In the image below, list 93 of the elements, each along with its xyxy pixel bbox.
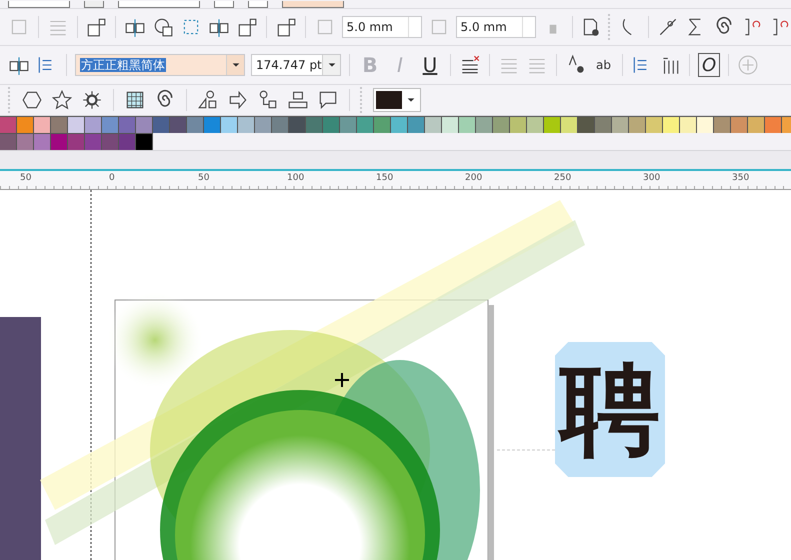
ruler-label: 100 bbox=[287, 173, 304, 183]
color-swatch[interactable] bbox=[629, 116, 646, 133]
color-swatch[interactable] bbox=[408, 116, 425, 133]
color-swatch[interactable] bbox=[748, 116, 765, 133]
color-swatch[interactable] bbox=[204, 116, 221, 133]
color-swatch[interactable] bbox=[442, 116, 459, 133]
color-swatch[interactable] bbox=[68, 133, 85, 150]
grid-icon[interactable] bbox=[124, 89, 146, 111]
color-swatch[interactable] bbox=[17, 133, 34, 150]
color-swatch[interactable] bbox=[102, 133, 119, 150]
color-swatch[interactable] bbox=[476, 116, 493, 133]
color-swatch[interactable] bbox=[255, 116, 272, 133]
color-swatch[interactable] bbox=[561, 116, 578, 133]
color-swatch[interactable] bbox=[493, 116, 510, 133]
gear-icon[interactable] bbox=[81, 89, 103, 111]
color-swatch[interactable] bbox=[0, 133, 17, 150]
edit-text-button[interactable]: ab bbox=[593, 53, 614, 77]
color-swatch[interactable] bbox=[578, 116, 595, 133]
font-name: 方正正粗黑简体 bbox=[80, 58, 166, 72]
shapes-icon[interactable] bbox=[197, 89, 219, 111]
color-swatch[interactable] bbox=[459, 116, 476, 133]
color-swatch[interactable] bbox=[238, 116, 255, 133]
color-swatch[interactable] bbox=[34, 133, 51, 150]
flowchart-icon[interactable] bbox=[257, 89, 279, 111]
color-swatch[interactable] bbox=[51, 116, 68, 133]
color-swatch[interactable] bbox=[221, 116, 238, 133]
cut-off-control[interactable] bbox=[214, 1, 234, 8]
color-swatch[interactable] bbox=[136, 133, 153, 150]
font-dropdown[interactable]: 方正正粗黑简体 bbox=[75, 54, 245, 76]
color-swatch[interactable] bbox=[374, 116, 391, 133]
color-swatch[interactable] bbox=[272, 116, 289, 133]
star-icon[interactable] bbox=[51, 89, 73, 111]
color-swatch[interactable] bbox=[306, 116, 323, 133]
color-swatch[interactable] bbox=[544, 116, 561, 133]
color-swatch[interactable] bbox=[663, 116, 680, 133]
ruler-label: 0 bbox=[109, 173, 115, 183]
font-size-field[interactable]: 174.747 pt bbox=[251, 54, 341, 76]
cut-off-control[interactable] bbox=[118, 1, 200, 8]
color-swatch[interactable] bbox=[85, 116, 102, 133]
color-swatch[interactable] bbox=[153, 116, 170, 133]
color-swatch[interactable] bbox=[289, 116, 306, 133]
color-swatch[interactable] bbox=[765, 116, 782, 133]
glyph-text: 聘 bbox=[555, 342, 665, 477]
ruler-label: 350 bbox=[732, 173, 750, 183]
color-swatch[interactable] bbox=[119, 116, 136, 133]
cut-off-control[interactable] bbox=[8, 1, 70, 8]
cut-off-control[interactable] bbox=[248, 1, 268, 8]
color-swatch[interactable] bbox=[714, 116, 731, 133]
italic-o-button[interactable]: O bbox=[698, 53, 720, 77]
ruler-label: 50 bbox=[198, 173, 210, 183]
arrow-icon[interactable] bbox=[227, 89, 249, 111]
color-swatch[interactable] bbox=[85, 133, 102, 150]
color-swatch[interactable] bbox=[731, 116, 748, 133]
color-swatch[interactable] bbox=[102, 116, 119, 133]
dropdown-button[interactable] bbox=[226, 55, 244, 75]
height-field[interactable]: 5.0 mm bbox=[456, 16, 536, 38]
ruler-label: 50 bbox=[20, 173, 32, 183]
color-swatch[interactable] bbox=[51, 133, 68, 150]
color-swatch[interactable] bbox=[425, 116, 442, 133]
color-swatch[interactable] bbox=[187, 116, 204, 133]
color-swatch[interactable] bbox=[612, 116, 629, 133]
color-swatch[interactable] bbox=[340, 116, 357, 133]
underline-button[interactable]: U bbox=[418, 52, 442, 78]
width-field[interactable]: 5.0 mm bbox=[342, 16, 422, 38]
color-swatch[interactable] bbox=[34, 116, 51, 133]
color-swatch[interactable] bbox=[527, 116, 544, 133]
color-picker[interactable] bbox=[373, 88, 421, 112]
square-icon[interactable] bbox=[236, 16, 258, 38]
color-swatch[interactable] bbox=[170, 116, 187, 133]
dropdown-button[interactable] bbox=[322, 55, 340, 75]
color-swatch[interactable] bbox=[136, 116, 153, 133]
color-swatch[interactable] bbox=[0, 116, 17, 133]
color-swatch[interactable] bbox=[68, 116, 85, 133]
color-swatch[interactable] bbox=[119, 133, 136, 150]
color-swatch[interactable] bbox=[680, 116, 697, 133]
color-swatch[interactable] bbox=[323, 116, 340, 133]
cut-off-control[interactable] bbox=[84, 1, 104, 8]
ruler-label: 150 bbox=[376, 173, 394, 183]
hexagon-icon[interactable] bbox=[21, 89, 43, 111]
cut-off-control[interactable] bbox=[282, 1, 344, 8]
callout-icon[interactable] bbox=[317, 89, 339, 111]
color-swatch[interactable] bbox=[17, 116, 34, 133]
ruler-label: 200 bbox=[465, 173, 482, 183]
circle-square-icon[interactable] bbox=[152, 16, 174, 38]
ruler-label: 300 bbox=[643, 173, 660, 183]
ruler-label: 250 bbox=[554, 173, 572, 183]
square-icon[interactable] bbox=[85, 16, 108, 38]
color-swatch[interactable] bbox=[510, 116, 527, 133]
color-swatch[interactable] bbox=[697, 116, 714, 133]
color-swatch[interactable] bbox=[357, 116, 374, 133]
color-swatch[interactable] bbox=[646, 116, 663, 133]
color-swatch[interactable] bbox=[595, 116, 612, 133]
color-swatch[interactable] bbox=[391, 116, 408, 133]
